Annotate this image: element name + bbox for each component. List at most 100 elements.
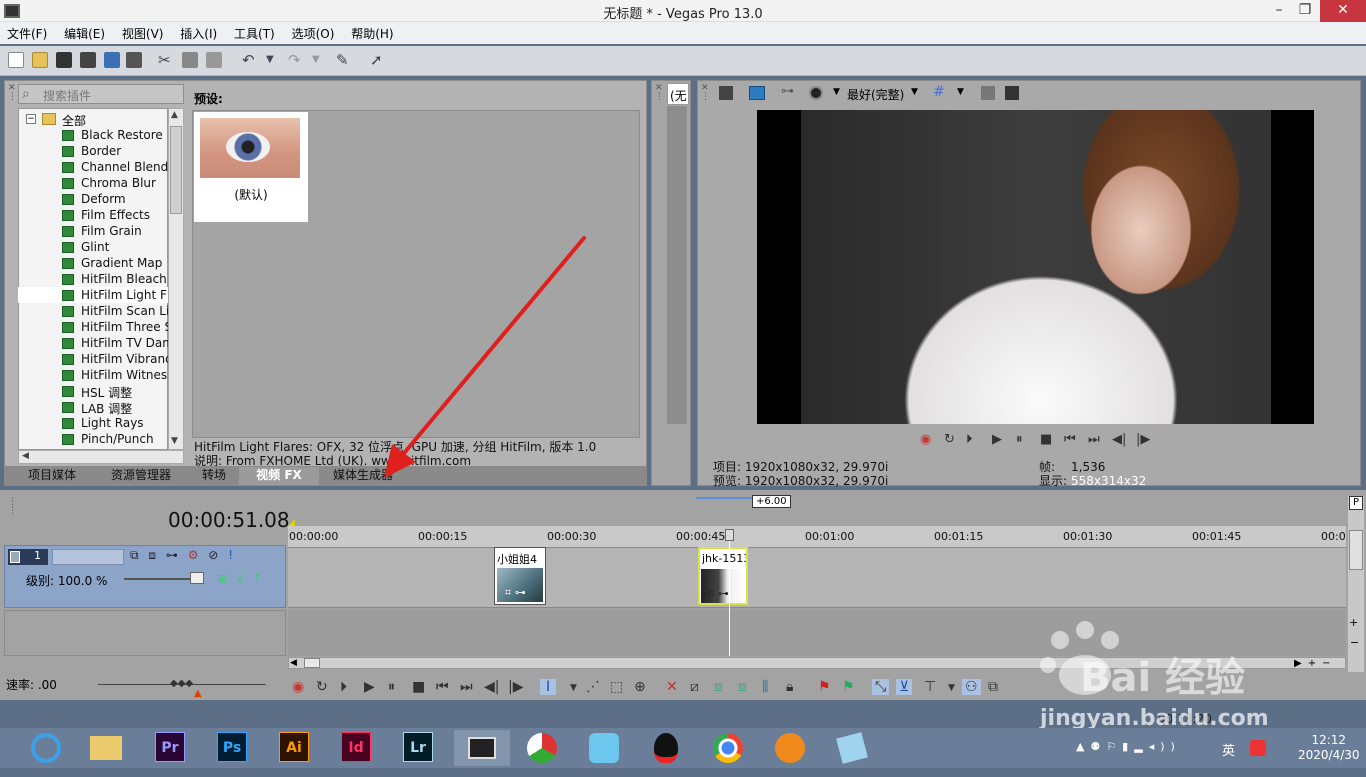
snapping-icon[interactable]: ⊻ [896,679,913,695]
indesign-icon[interactable]: Id [336,730,376,766]
timeline-stop-icon[interactable]: ■ [412,679,425,695]
timeline-pause-icon[interactable]: ⏸ [388,679,395,695]
clip-2[interactable]: jhk-1513 ⌗ ⊶ [698,547,748,605]
track-motion-icon[interactable]: ⧉ [130,548,139,562]
enable-snapping-icon[interactable]: ✎ [336,52,352,68]
clip-1[interactable]: 小姐姐4 ⌗ ⊶ [494,547,546,605]
premiere-icon[interactable]: Pr [150,730,190,766]
lock-envelopes-icon[interactable]: ⚇ [962,679,981,695]
track-collapse-icon[interactable] [10,551,20,563]
timeline-record-icon[interactable]: ◉ [292,679,304,695]
maximize-button[interactable]: ❐ [1288,0,1322,22]
save-icon[interactable] [56,52,72,68]
close-button[interactable]: ✕ [1320,0,1366,22]
timeline-next-frame-icon[interactable]: |▶ [508,679,523,695]
hscroll-thumb[interactable] [304,658,320,668]
photoshop-icon[interactable]: Ps [212,730,252,766]
go-to-start-icon[interactable]: ⏮ [1064,432,1076,447]
trimmer-grip[interactable]: ✕ ⋮ [655,84,664,102]
file-explorer-icon[interactable] [86,730,126,766]
trim-start-icon[interactable]: ⧈ [714,679,723,695]
delete-icon[interactable]: ✕ [666,679,678,695]
preview-quality-select[interactable]: 最好(完整) [847,86,904,103]
auto-crossfade-icon[interactable]: ⤡ [872,679,890,695]
sogou-icon[interactable] [1250,740,1266,756]
chrome-icon[interactable] [708,730,748,766]
timeline-grip[interactable]: ⋮ ⋮ [8,498,17,516]
plugin-item[interactable]: Gradient Map [18,255,168,271]
plugin-tree-scroll-thumb[interactable] [170,126,182,214]
scroll-down-icon[interactable]: ▼ [171,436,178,446]
preview-properties-icon[interactable] [719,86,733,100]
plugin-item[interactable]: HitFilm Vibrance [18,351,168,367]
track-automation-icons[interactable]: ⊞⇣⇡ [218,572,270,585]
help-pointer-icon[interactable]: ➚ [370,52,386,68]
split-icon[interactable]: ⫼ [762,679,768,695]
pane-grip[interactable]: ✕ ⋮ [8,84,17,102]
ie-icon[interactable] [26,730,66,766]
scroll-up-icon[interactable]: ▲ [171,110,178,120]
timeline-menu-icon[interactable]: P [1349,496,1363,510]
trim-end-icon[interactable]: ⧈ [738,679,747,695]
paste-icon[interactable] [206,52,222,68]
pause-icon[interactable]: ⏸ [1016,432,1023,447]
normal-edit-tool-icon[interactable]: I [540,679,557,695]
tab-explorer[interactable]: 资源管理器 [95,467,187,485]
timeline-start-icon[interactable]: ⏮ [436,679,449,695]
playhead-handle[interactable] [725,529,734,541]
menu-insert[interactable]: 插入(I) [180,22,217,42]
tab-transitions[interactable]: 转场 [191,467,237,485]
rate-slider-thumb[interactable]: ◆◆◆ [170,678,193,689]
plugin-item[interactable]: Film Effects [18,207,168,223]
new-file-icon[interactable] [8,52,24,68]
envelope-tool-icon[interactable]: ⋰ [586,679,600,695]
stop-icon[interactable]: ■ [1040,432,1052,447]
hscroll-left-icon[interactable]: ◀ [290,658,297,668]
tab-project-media[interactable]: 项目媒体 [13,467,91,485]
menu-view[interactable]: 视图(V) [122,22,164,42]
track-level-thumb[interactable] [190,572,204,584]
plugin-item[interactable]: LAB 调整 [18,399,168,415]
save-as-icon[interactable] [80,52,96,68]
menu-options[interactable]: 选项(O) [292,22,335,42]
lightroom-icon[interactable]: Lr [398,730,438,766]
redo-dropdown-icon[interactable]: ▼ [312,52,328,68]
menu-help[interactable]: 帮助(H) [351,22,393,42]
quality-dropdown-icon[interactable]: ▼ [911,87,918,97]
split-dropdown-icon[interactable]: ▼ [833,87,840,97]
redo-icon[interactable]: ↷ [288,52,304,68]
zoom-tool-icon[interactable]: ⊕ [634,679,646,695]
record-icon[interactable]: ◉ [920,432,931,447]
timeline-timecode[interactable]: 00:00:51.08 [168,508,290,532]
loop-icon[interactable]: ↻ [944,432,955,447]
ignore-grouping-icon[interactable]: ⧉ [988,679,998,695]
overlays-dropdown-icon[interactable]: ▼ [957,87,964,97]
undo-icon[interactable]: ↶ [242,52,258,68]
timeline-end-icon[interactable]: ⏭ [460,679,473,695]
timeline-loop-icon[interactable]: ↻ [316,679,328,695]
menu-edit[interactable]: 编辑(E) [64,22,105,42]
plugin-item[interactable]: HSL 调整 [18,383,168,399]
mute-icon[interactable]: ⊘ [208,548,218,562]
track-fx-icon[interactable]: ⊶ [166,548,178,562]
trimmer-tab[interactable]: (无 [667,83,689,105]
menu-tools[interactable]: 工具(T) [234,22,275,42]
undo-dropdown-icon[interactable]: ▼ [266,52,282,68]
play-icon[interactable]: ▶ [992,432,1002,447]
insert-marker-icon[interactable]: ⚑ [818,679,831,695]
go-to-end-icon[interactable]: ⏭ [1088,432,1100,447]
trim-icon[interactable]: ⧄ [690,679,699,695]
plugin-item[interactable]: Border [18,143,168,159]
app-orange-icon[interactable] [770,730,810,766]
play-from-start-icon[interactable]: ⏵ [966,432,973,447]
app-bird-icon[interactable] [584,730,624,766]
edit-tool-dropdown-icon[interactable]: ▼ [570,683,577,693]
plugin-item[interactable]: HitFilm Witness [18,367,168,383]
plugin-tree-hscrollbar[interactable] [18,450,184,464]
plugin-item[interactable]: HitFilm Light Fla [18,287,168,303]
video-track-lane[interactable] [288,548,1346,608]
solo-icon[interactable]: ! [228,548,233,562]
scroll-left-icon[interactable]: ◀ [22,451,29,461]
plugin-item[interactable]: HitFilm Three St [18,319,168,335]
taskbar-clock[interactable]: 12:12 2020/4/30 [1298,733,1360,763]
